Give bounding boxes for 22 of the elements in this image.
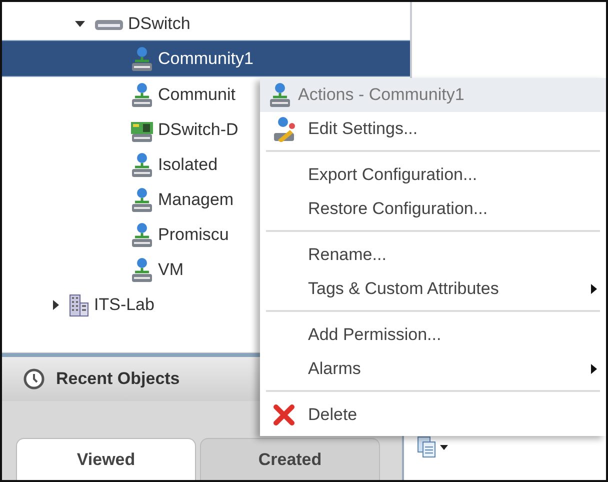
menu-item[interactable]: Add Permission... bbox=[308, 325, 442, 345]
tree-item[interactable]: Promiscu bbox=[158, 224, 229, 244]
tab[interactable]: Created bbox=[200, 438, 380, 480]
tree-item[interactable]: ITS-Lab bbox=[94, 294, 154, 314]
tree-item[interactable]: DSwitch bbox=[128, 14, 190, 34]
menu-item[interactable]: Rename... bbox=[308, 245, 386, 265]
tree-item[interactable]: Managem bbox=[158, 190, 234, 210]
menu-item[interactable]: Export Configuration... bbox=[308, 165, 478, 185]
menu-item[interactable]: Tags & Custom Attributes bbox=[308, 279, 499, 299]
menu-item[interactable]: Restore Configuration... bbox=[308, 199, 488, 219]
tree-item[interactable]: Communit bbox=[158, 84, 236, 104]
tree-item[interactable]: Community1 bbox=[158, 48, 254, 68]
menu-item[interactable]: Delete bbox=[308, 405, 358, 425]
selected-row[interactable]: Community1 bbox=[2, 40, 410, 77]
tab[interactable]: Viewed bbox=[16, 438, 196, 480]
panel-title: Recent Objects bbox=[56, 369, 180, 389]
menu-item[interactable]: Alarms bbox=[308, 359, 361, 379]
menu-title: Actions - Community1 bbox=[298, 85, 464, 105]
menu-item[interactable]: Edit Settings... bbox=[308, 119, 418, 139]
tree-item[interactable]: Isolated bbox=[158, 154, 218, 174]
tree-item[interactable]: DSwitch-D bbox=[158, 120, 238, 140]
tree-item[interactable]: VM bbox=[158, 260, 184, 280]
